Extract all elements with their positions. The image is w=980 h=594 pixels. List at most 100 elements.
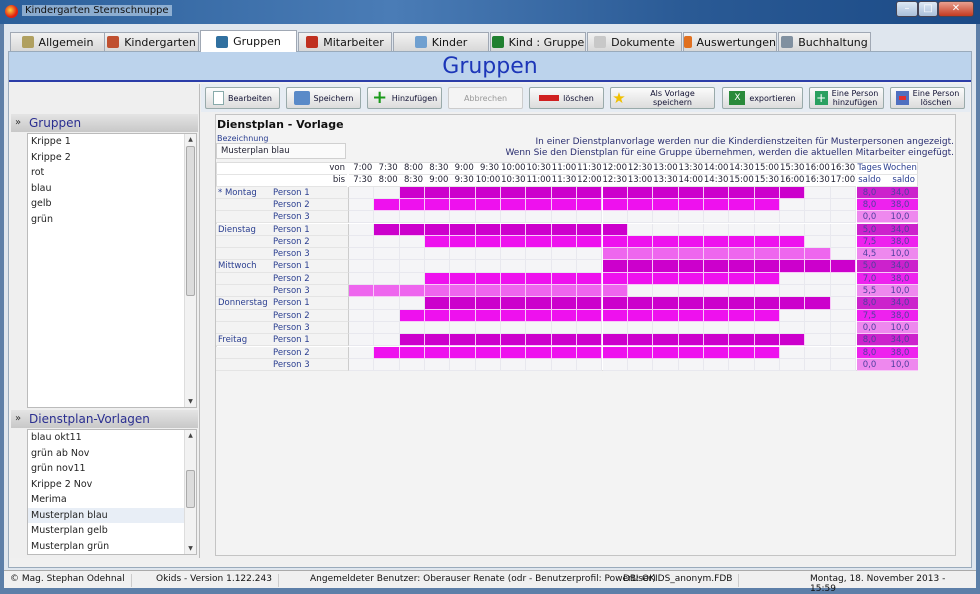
time-slot-filled[interactable] bbox=[653, 334, 679, 347]
time-slot-filled[interactable] bbox=[602, 285, 628, 298]
time-slot[interactable] bbox=[374, 321, 400, 335]
time-slot[interactable] bbox=[551, 358, 578, 372]
close-button[interactable]: ✕ bbox=[938, 1, 974, 17]
time-slot-filled[interactable] bbox=[577, 198, 603, 212]
time-slot[interactable] bbox=[703, 285, 730, 298]
time-slot-filled[interactable] bbox=[425, 235, 451, 249]
time-slot-filled[interactable] bbox=[374, 285, 400, 298]
time-slot-filled[interactable] bbox=[501, 297, 527, 310]
time-slot[interactable] bbox=[551, 321, 578, 335]
time-slot-filled[interactable] bbox=[653, 248, 679, 261]
time-slot-filled[interactable] bbox=[475, 198, 502, 212]
time-slot[interactable] bbox=[374, 334, 400, 347]
time-slot[interactable] bbox=[678, 211, 704, 224]
time-slot[interactable] bbox=[501, 248, 527, 261]
time-slot[interactable] bbox=[729, 358, 755, 372]
time-slot[interactable] bbox=[830, 285, 856, 298]
time-slot[interactable] bbox=[830, 223, 856, 236]
time-slot-filled[interactable] bbox=[627, 309, 654, 322]
time-slot-filled[interactable] bbox=[577, 223, 603, 236]
time-slot[interactable] bbox=[349, 346, 375, 359]
tab-gruppen[interactable]: Gruppen bbox=[200, 30, 297, 52]
time-slot-filled[interactable] bbox=[703, 186, 730, 199]
list-item[interactable]: grün ab Nov bbox=[28, 446, 196, 462]
time-slot-filled[interactable] bbox=[602, 272, 628, 285]
time-slot[interactable] bbox=[501, 260, 527, 273]
time-slot-filled[interactable] bbox=[349, 285, 375, 298]
time-slot-filled[interactable] bbox=[551, 309, 578, 322]
time-slot-filled[interactable] bbox=[602, 297, 628, 310]
time-slot[interactable] bbox=[779, 346, 806, 359]
time-slot[interactable] bbox=[374, 297, 400, 310]
time-slot[interactable] bbox=[779, 321, 806, 335]
time-slot[interactable] bbox=[577, 321, 603, 335]
time-slot-filled[interactable] bbox=[602, 235, 628, 249]
time-slot-filled[interactable] bbox=[729, 235, 755, 249]
time-slot-filled[interactable] bbox=[627, 346, 654, 359]
time-slot[interactable] bbox=[729, 285, 755, 298]
time-slot-filled[interactable] bbox=[399, 309, 426, 322]
time-slot[interactable] bbox=[830, 321, 856, 335]
time-slot[interactable] bbox=[830, 358, 856, 372]
time-slot-filled[interactable] bbox=[805, 260, 831, 273]
time-slot[interactable] bbox=[349, 248, 375, 261]
time-slot-filled[interactable] bbox=[805, 297, 831, 310]
time-slot[interactable] bbox=[830, 186, 856, 199]
time-slot-filled[interactable] bbox=[703, 334, 730, 347]
time-slot-filled[interactable] bbox=[678, 334, 704, 347]
time-slot[interactable] bbox=[399, 358, 426, 372]
time-slot-filled[interactable] bbox=[526, 297, 552, 310]
time-slot[interactable] bbox=[779, 309, 806, 322]
time-slot[interactable] bbox=[577, 260, 603, 273]
time-slot[interactable] bbox=[627, 223, 654, 236]
time-slot-filled[interactable] bbox=[678, 235, 704, 249]
time-slot-filled[interactable] bbox=[450, 198, 476, 212]
time-slot[interactable] bbox=[779, 358, 806, 372]
time-slot[interactable] bbox=[779, 223, 806, 236]
time-slot-filled[interactable] bbox=[475, 186, 502, 199]
time-slot[interactable] bbox=[602, 358, 628, 372]
scrollbar[interactable]: ▲ ▼ bbox=[184, 430, 196, 554]
time-slot[interactable] bbox=[627, 285, 654, 298]
time-slot-filled[interactable] bbox=[602, 248, 628, 261]
time-slot[interactable] bbox=[703, 321, 730, 335]
time-slot-filled[interactable] bbox=[754, 346, 780, 359]
time-slot[interactable] bbox=[805, 198, 831, 212]
list-item[interactable]: Krippe 1 bbox=[28, 134, 196, 150]
time-slot[interactable] bbox=[577, 358, 603, 372]
time-slot[interactable] bbox=[475, 321, 502, 335]
time-slot-filled[interactable] bbox=[425, 309, 451, 322]
time-slot-filled[interactable] bbox=[577, 334, 603, 347]
time-slot[interactable] bbox=[551, 211, 578, 224]
time-slot-filled[interactable] bbox=[501, 309, 527, 322]
time-slot-filled[interactable] bbox=[450, 235, 476, 249]
time-slot-filled[interactable] bbox=[678, 198, 704, 212]
time-slot[interactable] bbox=[450, 321, 476, 335]
time-slot-filled[interactable] bbox=[703, 260, 730, 273]
time-slot-filled[interactable] bbox=[729, 309, 755, 322]
time-slot-filled[interactable] bbox=[830, 260, 856, 273]
tab-kinder[interactable]: Kinder bbox=[393, 32, 489, 51]
time-slot-filled[interactable] bbox=[703, 198, 730, 212]
time-slot-filled[interactable] bbox=[450, 272, 476, 285]
delete-button[interactable]: löschen bbox=[529, 87, 604, 109]
time-slot-filled[interactable] bbox=[501, 223, 527, 236]
time-slot[interactable] bbox=[501, 321, 527, 335]
time-slot-filled[interactable] bbox=[526, 186, 552, 199]
time-slot-filled[interactable] bbox=[678, 260, 704, 273]
time-slot-filled[interactable] bbox=[678, 186, 704, 199]
cancel-button[interactable]: Abbrechen bbox=[448, 87, 523, 109]
time-slot-filled[interactable] bbox=[627, 334, 654, 347]
scrollbar[interactable]: ▲ ▼ bbox=[184, 134, 196, 407]
time-slot-filled[interactable] bbox=[602, 186, 628, 199]
list-item[interactable]: Musterplan grün bbox=[28, 539, 196, 555]
time-slot-filled[interactable] bbox=[374, 198, 400, 212]
time-slot-filled[interactable] bbox=[399, 346, 426, 359]
time-slot-filled[interactable] bbox=[450, 297, 476, 310]
time-slot-filled[interactable] bbox=[779, 260, 806, 273]
time-slot[interactable] bbox=[805, 211, 831, 224]
time-slot[interactable] bbox=[830, 272, 856, 285]
time-slot[interactable] bbox=[399, 272, 426, 285]
time-slot[interactable] bbox=[399, 260, 426, 273]
time-slot-filled[interactable] bbox=[678, 309, 704, 322]
